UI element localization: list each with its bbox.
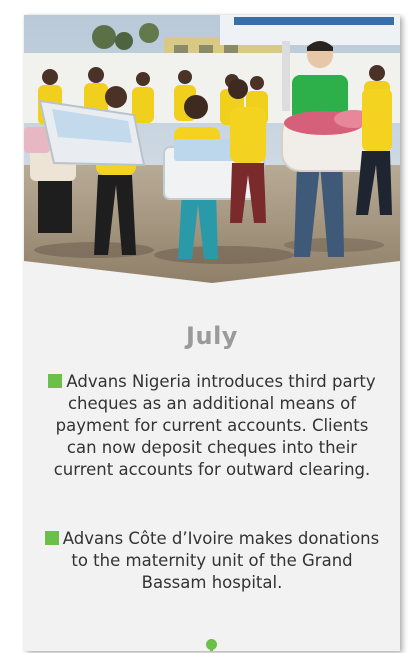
news-text: Advans Nigeria introduces third party ch… [53,372,376,479]
square-bullet-icon [48,374,63,388]
square-bullet-icon [44,531,59,545]
month-heading: July [186,322,238,350]
timeline-card: July Advans Nigeria introduces third par… [24,15,400,651]
event-photo [24,15,400,285]
news-item: Advans Nigeria introduces third party ch… [44,371,380,481]
news-item: Advans Côte d’Ivoire makes donations to … [44,528,380,594]
timeline-dot-icon [206,639,217,650]
news-text: Advans Côte d’Ivoire makes donations to … [62,529,380,592]
